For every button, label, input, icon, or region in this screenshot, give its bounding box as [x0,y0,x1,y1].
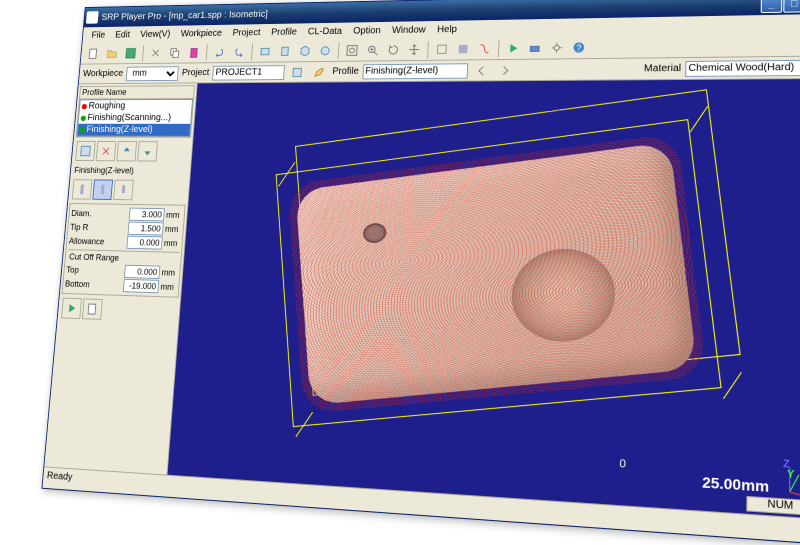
diam-label: Diam. [71,209,128,219]
settings-icon[interactable] [546,37,567,57]
output-icon[interactable] [524,38,545,58]
new-file-icon[interactable] [84,44,102,62]
profile-prev-icon[interactable] [471,61,491,80]
num-indicator: NUM [746,496,800,516]
profile-tree-header: Profile Name [80,86,194,99]
menu-help[interactable]: Help [431,24,463,35]
tipr-label: Tip R [70,222,127,232]
help-icon[interactable]: ? [568,37,589,57]
model-view [295,142,697,405]
tree-item-finishing-zlevel[interactable]: Finishing(Z-level) [78,124,191,136]
view-side-icon[interactable] [275,41,294,60]
zoom-fit-icon[interactable] [342,40,362,59]
save-icon[interactable] [121,44,140,62]
profile-label: Profile [332,66,359,77]
top-field[interactable] [124,265,160,279]
top-label: Top [66,265,123,276]
profile-field[interactable] [362,63,468,79]
allowance-field[interactable] [126,236,162,250]
tool-type-row [70,177,188,203]
tool-params-panel: Diam.mm Tip Rmm Allowancemm Cut Off Rang… [62,203,186,298]
bottom-label: Bottom [65,279,122,290]
project-field[interactable] [212,65,285,80]
export-icon[interactable] [82,298,103,319]
calculate-icon[interactable] [61,298,82,319]
menu-cldata[interactable]: CL-Data [302,26,348,37]
menu-view[interactable]: View(V) [135,29,176,40]
view-front-icon[interactable] [255,42,274,61]
material-field[interactable] [685,59,800,76]
ball-endmill-icon[interactable] [92,179,113,200]
menu-workpiece[interactable]: Workpiece [175,28,228,39]
menu-edit[interactable]: Edit [110,30,136,40]
project-label: Project [181,68,209,78]
wireframe-icon[interactable] [432,39,452,58]
simulate-icon[interactable] [503,38,524,57]
delete-profile-icon[interactable] [96,141,117,161]
open-file-icon[interactable] [103,44,122,62]
app-window: SRP Player Pro - [mp_car1.spp : Isometri… [41,0,800,545]
tree-item-roughing[interactable]: Roughing [80,100,192,112]
material-label: Material [644,63,681,74]
menu-project[interactable]: Project [227,27,266,38]
maximize-button[interactable]: □ [783,0,800,13]
3d-viewport[interactable]: 0 25.00mm X Y Z NUM [168,79,800,519]
tree-item-finishing-scan[interactable]: Finishing(Scanning...) [79,112,192,124]
output-row [59,296,178,325]
project-edit-icon[interactable] [310,62,330,81]
toolpath-icon[interactable] [474,39,494,58]
workpiece-unit-select[interactable]: mm [126,66,179,81]
redo-icon[interactable] [229,42,248,61]
profile-tree[interactable]: Roughing Finishing(Scanning...) Finishin… [77,99,193,137]
view-top-icon[interactable] [315,41,335,60]
rotate-icon[interactable] [383,40,403,59]
minimize-button[interactable]: _ [761,0,783,13]
profile-action-row [73,139,190,164]
flat-endmill-icon[interactable] [72,179,93,199]
menu-file[interactable]: File [86,30,111,40]
cut-icon[interactable] [146,43,165,61]
profile-next-icon[interactable] [494,60,515,79]
workpiece-label: Workpiece [83,69,124,79]
allowance-label: Allowance [68,236,125,247]
current-profile-label: Finishing(Z-level) [72,165,188,177]
zoom-in-icon[interactable] [363,40,383,59]
menu-profile[interactable]: Profile [265,27,302,38]
radius-endmill-icon[interactable] [113,180,134,201]
profile-tree-panel: Profile Name Roughing Finishing(Scanning… [76,85,195,137]
diam-field[interactable] [129,208,165,222]
undo-icon[interactable] [210,42,229,60]
copy-icon[interactable] [165,43,184,61]
bottom-field[interactable] [123,279,159,293]
tipr-field[interactable] [128,222,164,236]
toolpath-overlay [287,133,706,414]
axis-z-label: Z [783,458,790,471]
svg-text:?: ? [576,43,582,52]
app-icon [86,11,99,24]
paste-icon[interactable] [184,43,203,61]
status-text: Ready [46,470,72,482]
up-profile-icon[interactable] [116,141,137,161]
scale-label: 25.00mm [702,473,769,495]
menu-window[interactable]: Window [386,24,432,35]
shaded-icon[interactable] [453,39,473,58]
scale-zero: 0 [619,458,626,471]
menu-option[interactable]: Option [347,25,386,36]
pan-icon[interactable] [404,40,424,59]
down-profile-icon[interactable] [137,141,158,161]
add-profile-icon[interactable] [75,141,96,161]
project-add-icon[interactable] [288,63,308,82]
view-iso-icon[interactable] [295,41,315,60]
